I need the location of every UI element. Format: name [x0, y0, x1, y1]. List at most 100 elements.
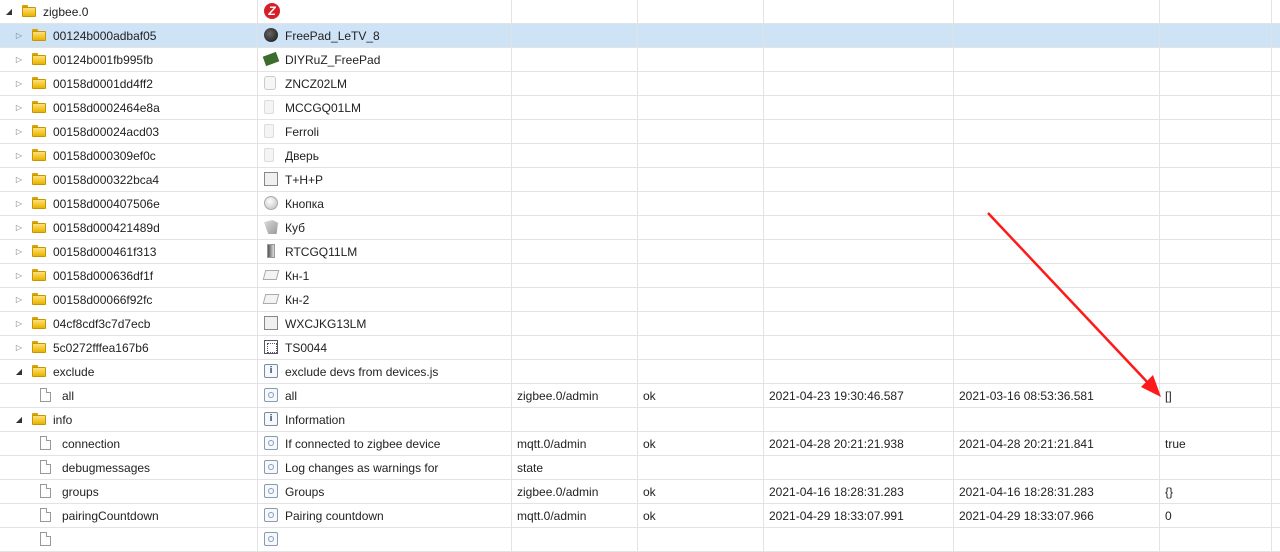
tree-row-info[interactable]: ◢ info i Information: [0, 408, 1280, 432]
expand-arrow-icon[interactable]: ▷: [14, 312, 24, 335]
expand-arrow-icon[interactable]: ▷: [14, 192, 24, 215]
tree-row-state[interactable]: pairingCountdown Pairing countdown mqtt.0/…: [0, 504, 1280, 528]
expand-arrow-icon[interactable]: ▷: [14, 96, 24, 119]
object-id: 00158d0001dd4ff2: [53, 77, 153, 91]
last-change-cell: [954, 456, 1160, 479]
object-name: RTCGQ11LM: [285, 245, 358, 259]
name-cell: Куб: [258, 216, 512, 239]
object-id: 00158d000322bca4: [53, 173, 160, 187]
id-cell: ▷ 00158d000461f313: [0, 240, 258, 263]
last-change-cell: 2021-04-16 18:28:31.283: [954, 480, 1160, 503]
tree-row-device[interactable]: ▷ 00158d0002464e8a MCCGQ01LM: [0, 96, 1280, 120]
object-id: 00158d000636df1f: [53, 269, 154, 283]
expand-arrow-icon[interactable]: ▷: [14, 216, 24, 239]
tree-row-device[interactable]: ▷ 00158d000636df1f Кн-1: [0, 264, 1280, 288]
folder-icon: [32, 245, 46, 257]
door-sensor-icon: [264, 148, 274, 162]
folder-icon: [32, 149, 46, 161]
name-cell: If connected to zigbee device: [258, 432, 512, 455]
name-cell: all: [258, 384, 512, 407]
tree-row-device[interactable]: ▷ 00158d00066f92fc Кн-2: [0, 288, 1280, 312]
tree-row-device[interactable]: ▷ 00158d000461f313 RTCGQ11LM: [0, 240, 1280, 264]
door-sensor-icon: [264, 100, 274, 114]
tree-row-state[interactable]: debugmessages Log changes as warnings for…: [0, 456, 1280, 480]
sensor-icon: [264, 124, 274, 138]
object-name: Кн-2: [285, 293, 310, 307]
expand-arrow-icon[interactable]: ▷: [14, 288, 24, 311]
tree-row-state[interactable]: groups Groups zigbee.0/admin ok 2021-04-16 1…: [0, 480, 1280, 504]
value-cell[interactable]: 0: [1160, 504, 1272, 527]
object-name: Groups: [285, 485, 325, 499]
name-cell: Z: [258, 0, 512, 23]
expand-arrow-icon[interactable]: ▷: [14, 72, 24, 95]
tree-row-device[interactable]: ▷ 00124b001fb995fb DIYRuZ_FreePad: [0, 48, 1280, 72]
value-cell[interactable]: {}: [1160, 480, 1272, 503]
folder-icon: [32, 365, 46, 377]
tree-row-device[interactable]: ▷ 00124b000adbaf05 FreePad_LeTV_8: [0, 24, 1280, 48]
folder-icon: [22, 5, 36, 17]
value-cell[interactable]: true: [1160, 432, 1272, 455]
tree-row-state[interactable]: all all zigbee.0/admin ok 2021-04-23 19:30:4…: [0, 384, 1280, 408]
file-icon: [40, 460, 51, 474]
id-cell: ▷ 00158d00024acd03: [0, 120, 258, 143]
object-id: exclude: [53, 365, 95, 379]
object-id: info: [53, 413, 73, 427]
object-id: debugmessages: [62, 461, 151, 475]
object-name: Дверь: [285, 149, 319, 163]
expand-arrow-icon[interactable]: ▷: [14, 48, 24, 71]
tree-row-device[interactable]: ▷ 5c0272fffea167b6 TS0044: [0, 336, 1280, 360]
tree-row-device[interactable]: ▷ 00158d000309ef0c Дверь: [0, 144, 1280, 168]
name-cell: Дверь: [258, 144, 512, 167]
tree-row-state[interactable]: connection If connected to zigbee device m…: [0, 432, 1280, 456]
expand-arrow-icon[interactable]: ▷: [14, 120, 24, 143]
file-icon: [40, 484, 51, 498]
expand-arrow-icon[interactable]: ▷: [14, 240, 24, 263]
ack-cell: [638, 456, 764, 479]
expand-arrow-icon[interactable]: ▷: [14, 144, 24, 167]
value-cell[interactable]: [1160, 456, 1272, 479]
value-cell[interactable]: []: [1160, 384, 1272, 407]
tree-row-device[interactable]: ▷ 00158d000407506e Кнопка: [0, 192, 1280, 216]
name-cell: Кн-1: [258, 264, 512, 287]
tree-row-root[interactable]: ◢ zigbee.0 Z: [0, 0, 1280, 24]
id-cell: ▷ 04cf8cdf3c7d7ecb: [0, 312, 258, 335]
id-cell: ▷ 00158d000322bca4: [0, 168, 258, 191]
id-cell: ▷ 5c0272fffea167b6: [0, 336, 258, 359]
tree-row-device[interactable]: ▷ 00158d000322bca4 T+H+P: [0, 168, 1280, 192]
id-cell: ▷ 00158d00066f92fc: [0, 288, 258, 311]
folder-icon: [32, 101, 46, 113]
collapse-arrow-icon[interactable]: ◢: [14, 360, 24, 383]
object-name: Кн-1: [285, 269, 310, 283]
timestamp-cell: 2021-04-28 20:21:21.938: [764, 432, 954, 455]
expand-arrow-icon[interactable]: ▷: [14, 264, 24, 287]
tree-row-device[interactable]: ▷ 00158d000421489d Куб: [0, 216, 1280, 240]
ack-cell: ok: [638, 480, 764, 503]
folder-icon: [32, 29, 46, 41]
name-cell: Ferroli: [258, 120, 512, 143]
expand-arrow-icon[interactable]: ▷: [14, 24, 24, 47]
file-icon: [40, 388, 51, 402]
id-cell: all: [0, 384, 258, 407]
expand-arrow-icon[interactable]: ▷: [14, 336, 24, 359]
tree-row-exclude[interactable]: ◢ exclude i exclude devs from devices.js: [0, 360, 1280, 384]
collapse-arrow-icon[interactable]: ◢: [4, 0, 14, 23]
object-name: FreePad_LeTV_8: [285, 29, 380, 43]
cube-icon: [264, 220, 278, 234]
tree-row-device[interactable]: ▷ 00158d0001dd4ff2 ZNCZ02LM: [0, 72, 1280, 96]
collapse-arrow-icon[interactable]: ◢: [14, 408, 24, 431]
name-cell: Кнопка: [258, 192, 512, 215]
ack-cell: ok: [638, 504, 764, 527]
name-cell: i Information: [258, 408, 512, 431]
object-id: pairingCountdown: [62, 509, 159, 523]
tree-row-device[interactable]: ▷ 04cf8cdf3c7d7ecb WXCJKG13LM: [0, 312, 1280, 336]
name-cell: TS0044: [258, 336, 512, 359]
name-cell: Pairing countdown: [258, 504, 512, 527]
id-cell: ▷ 00124b000adbaf05: [0, 24, 258, 47]
round-button-icon: [264, 196, 278, 210]
tree-row-device[interactable]: ▷ 00158d00024acd03 Ferroli: [0, 120, 1280, 144]
last-change-cell: 2021-04-29 18:33:07.966: [954, 504, 1160, 527]
folder-icon: [32, 413, 46, 425]
object-tree-table: ◢ zigbee.0 Z ▷ 00124b000adbaf05 FreePad_Le…: [0, 0, 1280, 552]
expand-arrow-icon[interactable]: ▷: [14, 168, 24, 191]
motion-sensor-icon: [267, 244, 275, 258]
